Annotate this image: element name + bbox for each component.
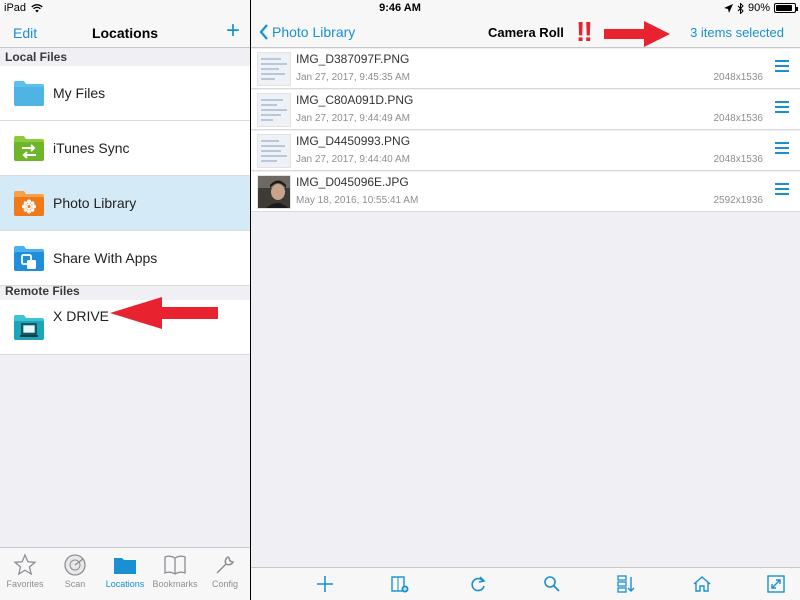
tab-label: Scan	[64, 579, 86, 589]
file-row[interactable]: IMG_D4450993.PNG Jan 27, 2017, 9:44:40 A…	[251, 131, 800, 171]
file-list-nav-bar: Photo Library Camera Roll 3 items select…	[251, 16, 800, 48]
location-label: Share With Apps	[53, 250, 158, 266]
tab-bar: Favorites Scan Locations Bookmarks Confi…	[0, 547, 250, 600]
file-date: May 18, 2016, 10:55:41 AM	[296, 195, 419, 206]
sort-icon[interactable]	[617, 575, 635, 593]
photo-thumbnail	[257, 175, 291, 209]
file-name: IMG_C80A091D.PNG	[296, 93, 414, 107]
add-location-button[interactable]: +	[226, 19, 240, 43]
status-time: 9:46 AM	[379, 2, 421, 14]
file-row[interactable]: IMG_D387097F.PNG Jan 27, 2017, 9:45:35 A…	[251, 49, 800, 89]
back-label: Photo Library	[272, 24, 356, 40]
refresh-icon[interactable]	[469, 575, 487, 593]
battery-percent: 90%	[747, 2, 770, 14]
photo-flower-icon	[14, 191, 44, 216]
file-thumbnail	[257, 134, 291, 168]
menu-icon[interactable]	[775, 101, 789, 113]
locations-nav-bar: Edit Locations +	[0, 16, 250, 48]
star-icon	[13, 553, 37, 576]
tab-locations[interactable]: Locations	[100, 548, 150, 600]
location-my-files[interactable]: My Files	[0, 66, 250, 121]
location-photo-library[interactable]: Photo Library	[0, 176, 250, 231]
menu-icon[interactable]	[775, 142, 789, 154]
selection-count[interactable]: 3 items selected	[690, 25, 784, 40]
annotation-arrow-right-icon	[604, 21, 670, 47]
location-itunes-sync[interactable]: iTunes Sync	[0, 121, 250, 176]
tab-bookmarks[interactable]: Bookmarks	[150, 548, 200, 600]
battery-icon	[774, 3, 798, 13]
file-date: Jan 27, 2017, 9:44:49 AM	[296, 113, 410, 124]
status-bar: iPad 9:46 AM 90%	[0, 0, 800, 16]
search-icon[interactable]	[543, 575, 561, 593]
menu-icon[interactable]	[775, 183, 789, 195]
file-dimensions: 2048x1536	[713, 154, 764, 165]
file-list-pane: Photo Library Camera Roll 3 items select…	[251, 16, 800, 600]
file-dimensions: 2048x1536	[713, 113, 764, 124]
fullscreen-icon[interactable]	[767, 575, 785, 593]
folder-icon	[114, 558, 136, 574]
monitor-icon	[14, 315, 44, 340]
file-row[interactable]: IMG_C80A091D.PNG Jan 27, 2017, 9:44:49 A…	[251, 90, 800, 130]
tab-label: Bookmarks	[152, 579, 198, 589]
file-date: Jan 27, 2017, 9:45:35 AM	[296, 72, 410, 83]
locations-title: Locations	[91, 25, 159, 41]
folder-icon	[14, 81, 44, 106]
file-dimensions: 2592x1936	[713, 195, 764, 206]
app-window: iPad 9:46 AM 90% Edit Locations + Local …	[0, 0, 800, 600]
location-label: X DRIVE	[53, 308, 110, 324]
location-share-with-apps[interactable]: Share With Apps	[0, 231, 250, 286]
bluetooth-icon	[737, 2, 744, 14]
add-icon[interactable]	[316, 575, 334, 593]
file-thumbnail	[257, 52, 291, 86]
sync-arrows-icon	[14, 136, 44, 161]
new-folder-icon[interactable]	[391, 575, 409, 593]
wrench-icon	[216, 556, 235, 574]
location-label: Photo Library	[53, 195, 137, 211]
file-row[interactable]: IMG_D045096E.JPG May 18, 2016, 10:55:41 …	[251, 172, 800, 212]
location-arrow-icon	[723, 3, 733, 13]
folder-title: Camera Roll	[488, 25, 564, 40]
location-label: iTunes Sync	[53, 140, 130, 156]
tab-scan[interactable]: Scan	[50, 548, 100, 600]
file-name: IMG_D045096E.JPG	[296, 175, 409, 189]
location-label: My Files	[53, 85, 106, 101]
tab-favorites[interactable]: Favorites	[0, 548, 50, 600]
file-name: IMG_D4450993.PNG	[296, 134, 411, 148]
menu-icon[interactable]	[775, 60, 789, 72]
section-local-files: Local Files	[5, 50, 68, 64]
share-apps-icon	[14, 246, 44, 271]
battery-level	[776, 5, 793, 11]
bottom-toolbar	[251, 567, 800, 600]
tab-label: Config	[211, 579, 238, 589]
file-name: IMG_D387097F.PNG	[296, 52, 410, 66]
tab-label: Favorites	[6, 579, 44, 589]
home-icon[interactable]	[693, 575, 711, 593]
tab-label: Locations	[105, 579, 145, 589]
file-date: Jan 27, 2017, 9:44:40 AM	[296, 154, 410, 165]
exclamation-annotation: ‼	[576, 16, 593, 47]
tab-config[interactable]: Config	[200, 548, 250, 600]
annotation-arrow-left-icon	[110, 297, 218, 329]
file-dimensions: 2048x1536	[713, 72, 764, 83]
radar-icon	[64, 554, 86, 576]
file-thumbnail	[257, 93, 291, 127]
book-icon	[164, 555, 186, 575]
chevron-left-icon	[259, 24, 268, 40]
back-button[interactable]: Photo Library	[259, 24, 355, 40]
